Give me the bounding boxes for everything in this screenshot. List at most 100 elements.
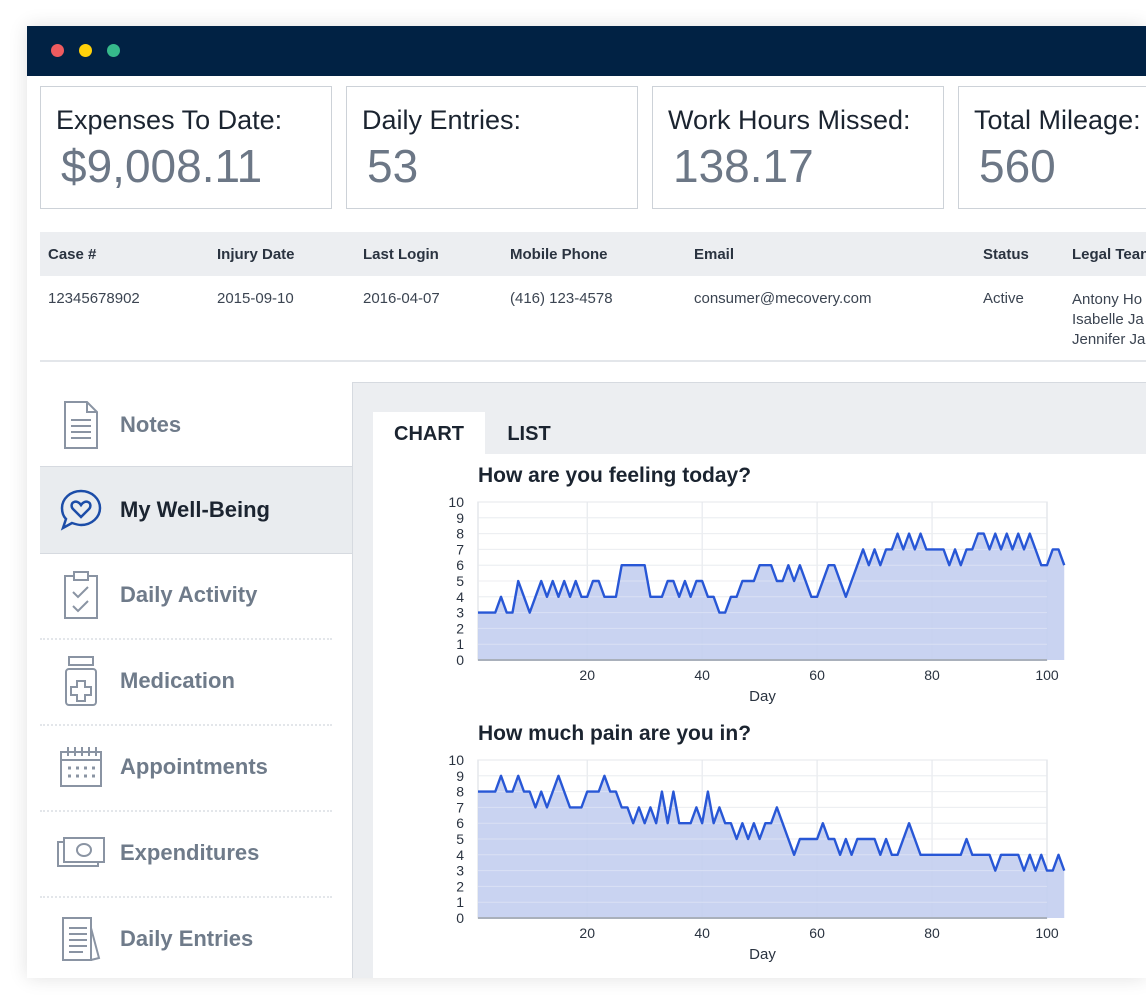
stat-label: Daily Entries:	[362, 105, 522, 135]
y-tick-label: 4	[456, 847, 464, 863]
y-tick-label: 0	[456, 910, 464, 926]
stat-value: 560	[979, 140, 1056, 192]
y-tick-label: 10	[448, 752, 464, 768]
case-info-row: 12345678902 2015-09-10 2016-04-07 (416) …	[40, 276, 1146, 362]
chart-title-pain: How much pain are you in?	[478, 722, 752, 745]
y-tick-label: 1	[456, 636, 464, 652]
pain-chart: 012345678910 20 40 60 80 100 Day	[448, 752, 1066, 963]
last-login: 2016-04-07	[363, 290, 440, 307]
y-tick-label: 3	[456, 863, 464, 879]
y-tick-label: 1	[456, 894, 464, 910]
y-tick-label: 3	[456, 605, 464, 621]
x-tick-label: 60	[809, 925, 825, 941]
sidebar-item-expenditures[interactable]: Expenditures	[40, 810, 332, 898]
sidebar-item-medication[interactable]: Medication	[40, 638, 332, 726]
y-tick-label: 8	[456, 784, 464, 800]
entries-icon	[56, 911, 106, 967]
injury-date: 2015-09-10	[217, 290, 294, 307]
x-tick-label: 100	[1035, 667, 1059, 683]
y-tick-label: 7	[456, 541, 464, 557]
y-tick-label: 2	[456, 878, 464, 894]
status: Active	[983, 290, 1024, 307]
wellbeing-icon	[56, 482, 106, 538]
header-last-login: Last Login	[363, 246, 439, 263]
minimize-window-button[interactable]	[79, 44, 92, 57]
sidebar-item-appointments[interactable]: Appointments	[40, 724, 332, 812]
y-tick-label: 9	[456, 768, 464, 784]
sidebar-item-label: Expenditures	[120, 840, 260, 865]
y-tick-label: 6	[456, 815, 464, 831]
x-tick-label: 20	[579, 925, 595, 941]
stat-card-work-hours: Work Hours Missed: 138.17	[652, 86, 944, 209]
app-window: Expenses To Date: $9,008.11 Daily Entrie…	[27, 26, 1146, 978]
stat-value: 53	[367, 140, 419, 192]
close-window-button[interactable]	[51, 44, 64, 57]
y-tick-label: 2	[456, 620, 464, 636]
stat-label: Expenses To Date:	[56, 105, 283, 135]
medication-icon	[56, 653, 106, 709]
stat-card-expenses: Expenses To Date: $9,008.11	[40, 86, 332, 209]
clipboard-check-icon	[56, 567, 106, 623]
x-axis-label: Day	[749, 946, 776, 963]
chart-panel: How are you feeling today? 0 1 2 3 4 5 6 7 8 9 10 2…	[373, 454, 1146, 978]
stat-value: 138.17	[673, 140, 814, 192]
sidebar-nav: Notes My Well-Being Daily Activity Medic…	[40, 382, 352, 978]
feeling-chart: 012345678910 20 40 60 80 100 Day	[448, 494, 1066, 705]
header-injury-date: Injury Date	[217, 246, 295, 263]
sidebar-item-label: Appointments	[120, 754, 268, 779]
legal-team-list: Antony Ho Isabelle Ja Jennifer Ja	[1072, 290, 1145, 350]
email[interactable]: consumer@mecovery.com	[694, 290, 872, 307]
x-tick-label: 80	[924, 667, 940, 683]
stat-label: Total Mileage:	[974, 105, 1141, 135]
x-tick-label: 40	[694, 667, 710, 683]
stat-label: Work Hours Missed:	[668, 105, 911, 135]
x-tick-label: 40	[694, 925, 710, 941]
y-tick-label: 8	[456, 526, 464, 542]
header-email: Email	[694, 246, 735, 263]
chart-title-feeling: How are you feeling today?	[478, 464, 752, 487]
header-status: Status	[983, 246, 1029, 263]
header-legal-team: Legal Tean	[1072, 246, 1146, 263]
x-axis-label: Day	[749, 688, 776, 705]
header-case: Case #	[48, 246, 97, 263]
y-tick-label: 10	[448, 494, 464, 510]
y-tick-label: 4	[456, 589, 464, 605]
stat-card-daily-entries: Daily Entries: 53	[346, 86, 638, 209]
window-titlebar	[27, 26, 1146, 76]
stat-card-mileage: Total Mileage: 560	[958, 86, 1146, 209]
x-tick-label: 100	[1035, 925, 1059, 941]
notes-icon	[56, 397, 106, 453]
mobile-phone: (416) 123-4578	[510, 290, 613, 307]
calendar-icon	[56, 739, 106, 795]
tab-chart[interactable]: CHART	[373, 412, 485, 454]
maximize-window-button[interactable]	[107, 44, 120, 57]
sidebar-item-label: Daily Activity	[120, 582, 258, 607]
case-info-header: Case # Injury Date Last Login Mobile Pho…	[40, 232, 1146, 276]
sidebar-item-label: Medication	[120, 668, 235, 693]
y-tick-label: 5	[456, 573, 464, 589]
sidebar-item-daily-entries[interactable]: Daily Entries	[40, 896, 332, 978]
y-tick-label: 7	[456, 799, 464, 815]
y-tick-label: 9	[456, 510, 464, 526]
sidebar-item-notes[interactable]: Notes	[40, 382, 332, 468]
y-tick-label: 6	[456, 557, 464, 573]
header-mobile-phone: Mobile Phone	[510, 246, 608, 263]
wellbeing-content: CHART LIST How are you feeling today? 01…	[352, 382, 1146, 978]
legal-team-member: Isabelle Ja	[1072, 311, 1144, 328]
legal-team-member: Jennifer Ja	[1072, 331, 1146, 348]
money-icon	[56, 825, 106, 881]
sidebar-item-label: Notes	[120, 412, 182, 437]
y-tick-label: 5	[456, 831, 464, 847]
y-tick-label: 0	[456, 652, 464, 668]
x-tick-label: 20	[579, 667, 595, 683]
tab-list[interactable]: LIST	[473, 412, 585, 454]
sidebar-item-daily-activity[interactable]: Daily Activity	[40, 552, 332, 640]
stat-value: $9,008.11	[61, 140, 263, 192]
legal-team-member: Antony Ho	[1072, 291, 1143, 308]
sidebar-item-label: My Well-Being	[120, 497, 270, 522]
sidebar-item-label: Daily Entries	[120, 926, 254, 951]
case-number: 12345678902	[48, 290, 140, 307]
sidebar-item-my-well-being[interactable]: My Well-Being	[40, 466, 352, 554]
summary-stats: Expenses To Date: $9,008.11 Daily Entrie…	[40, 86, 1146, 212]
x-tick-label: 60	[809, 667, 825, 683]
